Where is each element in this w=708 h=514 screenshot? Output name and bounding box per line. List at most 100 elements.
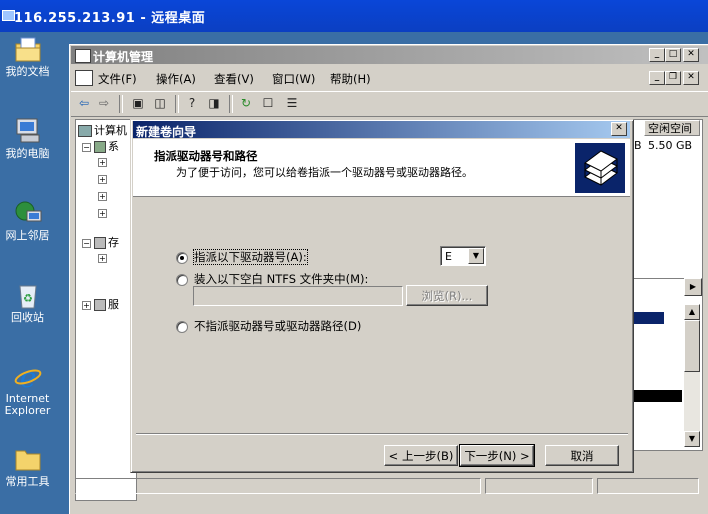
radio-mount-ntfs-folder[interactable]: 装入以下空白 NTFS 文件夹中(M): [176,271,368,287]
desktop-icon-recycle-bin[interactable]: ♻ 回收站 [0,281,55,324]
recycle-bin-icon: ♻ [13,281,43,309]
back-button[interactable]: < 上一步(B) [384,445,458,466]
chevron-down-icon[interactable]: ▼ [468,248,484,264]
scroll-right-arrow[interactable]: ▶ [684,278,702,296]
internet-explorer-icon: e [13,361,43,394]
tree-item-system[interactable]: − 系 [82,138,119,154]
disk-volume-bar[interactable] [632,312,664,324]
show-description-icon[interactable]: ◨ [205,95,223,112]
my-documents-icon [13,35,43,63]
expand-icon[interactable]: + [98,208,107,218]
radio-button-selected[interactable] [176,251,188,264]
volume-free-space: 5.50 GB [648,139,693,152]
close-button[interactable]: ✕ [683,48,699,62]
radio-button[interactable] [176,320,188,333]
svg-text:♻: ♻ [23,292,33,305]
up-folder-icon[interactable]: ▣ [129,95,147,112]
computer-icon [78,125,92,137]
menu-help[interactable]: 帮助(H) [330,71,371,87]
menu-file[interactable]: 文件(F) [98,71,137,87]
status-bar [71,476,708,494]
disk-unallocated-bar[interactable] [632,390,682,402]
child-restore-button[interactable]: ❐ [665,71,681,85]
radio-button[interactable] [176,273,188,286]
expand-icon[interactable]: + [98,191,107,201]
wizard-titlebar: 新建卷向导 ✕ [133,121,630,139]
menu-view[interactable]: 查看(V) [214,71,254,87]
window-title: 计算机管理 [93,50,154,64]
cancel-button[interactable]: 取消 [545,445,619,466]
mmc-console-icon[interactable] [75,70,93,86]
console-tree-pane[interactable]: 计算机 − 系 + + + + − 存 + + 服 [75,119,137,501]
menu-bar: 文件(F) 操作(A) 查看(V) 窗口(W) 帮助(H) _ ❐ ✕ [71,67,708,89]
vertical-scrollbar[interactable]: ▲ ▼ [684,304,700,447]
desktop-icon-my-documents[interactable]: 我的文档 [0,35,55,78]
maximize-button[interactable]: □ [665,48,681,62]
disk-wizard-icon [575,143,625,193]
radio-no-drive-letter[interactable]: 不指派驱动器号或驱动器路径(D) [176,318,361,334]
wizard-header: 指派驱动器号和路径 为了便于访问，您可以给卷指派一个驱动器号或驱动器路径。 [133,139,630,197]
properties-icon[interactable]: ☐ [259,95,277,112]
menu-action[interactable]: 操作(A) [156,71,196,87]
folder-path-input[interactable] [193,286,403,306]
next-button[interactable]: 下一步(N) > [459,444,535,467]
folder-icon [13,445,43,473]
desktop-icon-network-places[interactable]: 网上邻居 [0,199,55,242]
wizard-header-subtitle: 为了便于访问，您可以给卷指派一个驱动器号或驱动器路径。 [176,166,473,179]
tree-item-child-2[interactable]: + [98,172,110,188]
column-header-free-space[interactable]: 空闲空间 [644,120,700,136]
status-pane-2 [485,478,593,494]
expand-icon[interactable]: + [98,174,107,184]
computer-management-icon [75,49,91,63]
tree-item-services[interactable]: + 服 [82,296,119,312]
wizard-title: 新建卷向导 [136,125,197,139]
desktop-icon-my-computer[interactable]: 我的电脑 [0,117,55,160]
scroll-up-arrow[interactable]: ▲ [684,304,700,320]
services-icon [94,299,106,311]
properties-help-icon[interactable]: ? [183,95,201,112]
desktop-icon-common-tools[interactable]: 常用工具 [0,445,55,488]
collapse-icon[interactable]: − [82,142,91,152]
my-computer-icon [13,117,43,145]
wizard-close-button[interactable]: ✕ [611,122,627,136]
desktop-icon-internet-explorer[interactable]: e Internet Explorer [0,361,55,417]
expand-icon[interactable]: + [82,300,91,310]
system-tools-icon [94,141,106,153]
computer-management-titlebar: 计算机管理 _ □ ✕ [71,46,708,64]
show-hide-tree-icon[interactable]: ◫ [151,95,169,112]
expand-icon[interactable]: + [98,157,107,167]
child-close-button[interactable]: ✕ [683,71,699,85]
storage-icon [94,237,106,249]
scroll-thumb[interactable] [684,320,700,372]
toolbar: ⇦ ⇨ ▣ ◫ ? ◨ ↻ ☐ ☰ [71,91,708,117]
export-list-icon[interactable]: ☰ [283,95,301,112]
minimize-button[interactable]: _ [649,48,665,62]
drive-letter-select[interactable]: E ▼ [440,246,486,266]
collapse-icon[interactable]: − [82,238,91,248]
volume-size-suffix: B [634,139,642,152]
wizard-header-title: 指派驱动器号和路径 [154,149,258,163]
expand-icon[interactable]: + [98,253,107,263]
tree-item-child-4[interactable]: + [98,206,110,222]
back-arrow-icon[interactable]: ⇦ [75,95,93,112]
network-places-icon [13,199,43,227]
toolbar-separator [119,95,123,113]
tree-item-child-1[interactable]: + [98,155,110,171]
menu-window[interactable]: 窗口(W) [272,71,315,87]
status-pane-1 [75,478,481,494]
child-minimize-button[interactable]: _ [649,71,665,85]
tree-item-root[interactable]: 计算机 [78,122,127,138]
browse-button[interactable]: 浏览(R)... [406,285,488,306]
radio-assign-drive-letter[interactable]: 指派以下驱动器号(A): [176,249,308,265]
scroll-down-arrow[interactable]: ▼ [684,431,700,447]
remote-desktop-title: 116.255.213.91 - 远程桌面 [14,11,206,26]
remote-desktop-titlebar: 116.255.213.91 - 远程桌面 [0,0,708,32]
forward-arrow-icon[interactable]: ⇨ [95,95,113,112]
tree-item-storage[interactable]: − 存 [82,234,119,250]
refresh-icon[interactable]: ↻ [237,95,255,112]
svg-text:e: e [19,362,36,390]
wizard-button-separator [136,433,628,435]
tree-item-child-3[interactable]: + [98,189,110,205]
toolbar-separator [229,95,233,113]
tree-item-child-5[interactable]: + [98,251,110,267]
